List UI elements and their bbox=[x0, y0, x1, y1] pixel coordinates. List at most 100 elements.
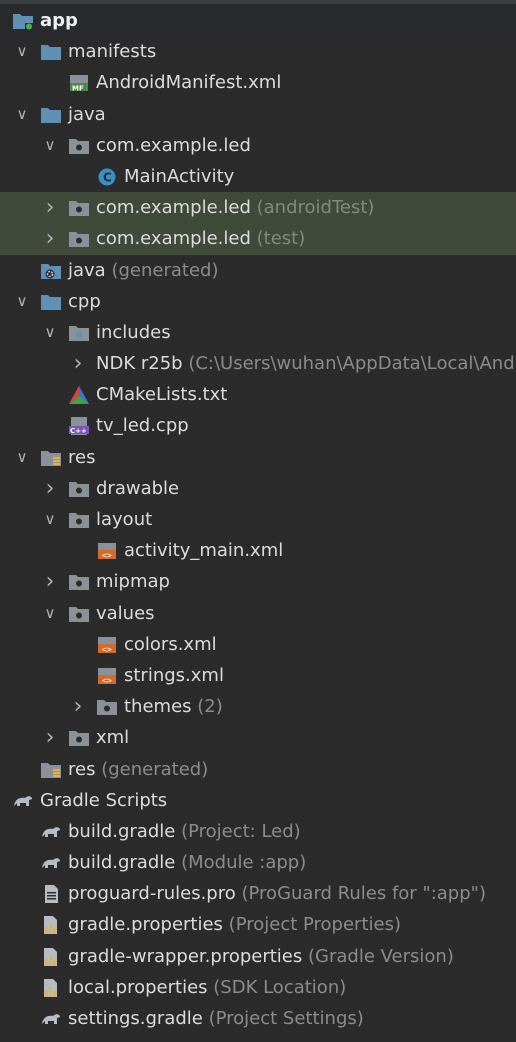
tree-row[interactable]: res (generated) bbox=[0, 754, 516, 785]
module-folder-icon bbox=[12, 11, 34, 31]
tree-row-label: xml bbox=[96, 722, 129, 753]
svg-text:<>: <> bbox=[102, 551, 112, 560]
item-name: build.gradle bbox=[68, 820, 176, 842]
chevron-down-icon[interactable]: ∨ bbox=[12, 36, 32, 67]
tree-row[interactable]: › NDK r25b (C:\Users\wuhan\AppData\Local\… bbox=[0, 348, 516, 379]
tree-row-label: java bbox=[68, 99, 106, 130]
package-icon bbox=[68, 604, 90, 624]
tree-row[interactable]: proguard-rules.pro (ProGuard Rules for "… bbox=[0, 878, 516, 909]
tree-row[interactable]: Gradle Scripts bbox=[0, 785, 516, 816]
tree-row[interactable]: <> colors.xml bbox=[0, 629, 516, 660]
chevron-right-icon[interactable]: › bbox=[68, 691, 88, 722]
tree-row[interactable]: ∨ manifests bbox=[0, 36, 516, 67]
tree-row[interactable]: › drawable bbox=[0, 473, 516, 504]
project-tree[interactable]: app ∨ manifests MF AndroidManifest.xml ∨ java ∨… bbox=[0, 5, 516, 1034]
svg-text:C: C bbox=[103, 170, 112, 184]
package-icon bbox=[68, 510, 90, 530]
tree-row[interactable]: ∨ res bbox=[0, 442, 516, 473]
tree-row[interactable]: C MainActivity bbox=[0, 161, 516, 192]
item-name: res bbox=[68, 446, 96, 468]
tree-row[interactable]: app bbox=[0, 5, 516, 37]
tree-row-label: com.example.led (test) bbox=[96, 223, 305, 254]
chevron-down-icon[interactable]: ∨ bbox=[40, 598, 60, 629]
tree-row[interactable]: java (generated) bbox=[0, 255, 516, 286]
chevron-down-icon[interactable]: ∨ bbox=[40, 317, 60, 348]
tree-row[interactable]: build.gradle (Project: Led) bbox=[0, 816, 516, 847]
tree-row[interactable]: › com.example.led (androidTest) bbox=[0, 192, 516, 224]
chevron-down-icon[interactable]: ∨ bbox=[12, 286, 32, 317]
item-hint: (C:\Users\wuhan\AppData\Local\Android bbox=[188, 353, 516, 375]
item-name: app bbox=[40, 10, 78, 31]
item-name: settings.gradle bbox=[68, 1008, 203, 1029]
tree-row[interactable]: gradle-wrapper.properties (Gradle Versio… bbox=[0, 941, 516, 972]
tree-row[interactable]: ∨ values bbox=[0, 598, 516, 629]
tree-row[interactable]: CMakeLists.txt bbox=[0, 379, 516, 410]
item-name: includes bbox=[96, 321, 171, 343]
tree-row-label: res (generated) bbox=[68, 754, 208, 785]
tree-row[interactable]: › themes (2) bbox=[0, 691, 516, 722]
tree-row-label: themes (2) bbox=[124, 691, 223, 722]
item-hint: (Gradle Version) bbox=[308, 945, 454, 967]
tree-row[interactable]: gradle.properties (Project Properties) bbox=[0, 909, 516, 940]
tree-row[interactable]: local.properties (SDK Location) bbox=[0, 972, 516, 1003]
generated-folder-icon bbox=[40, 261, 62, 281]
folder-icon bbox=[40, 292, 62, 312]
package-icon bbox=[68, 572, 90, 592]
tree-row-label: includes bbox=[96, 317, 171, 348]
chevron-right-icon[interactable]: › bbox=[40, 566, 60, 597]
svg-text:MF: MF bbox=[72, 85, 84, 93]
item-name: cpp bbox=[68, 290, 101, 312]
tree-row[interactable]: ∨ com.example.led bbox=[0, 130, 516, 161]
svg-text:C++: C++ bbox=[70, 427, 87, 435]
tree-row-label: local.properties (SDK Location) bbox=[68, 972, 346, 1003]
values-xml-icon: <> bbox=[96, 666, 118, 686]
chevron-down-icon[interactable]: ∨ bbox=[40, 504, 60, 535]
tree-row[interactable]: <> activity_main.xml bbox=[0, 535, 516, 566]
item-hint: (androidTest) bbox=[256, 197, 375, 219]
tree-row-label: build.gradle (Project: Led) bbox=[68, 816, 301, 847]
tree-row[interactable]: ∨ java bbox=[0, 99, 516, 130]
chevron-right-icon[interactable]: › bbox=[40, 473, 60, 504]
tree-row[interactable]: ∨ layout bbox=[0, 504, 516, 535]
tree-row[interactable]: settings.gradle (Project Settings) bbox=[0, 1003, 516, 1034]
tree-row-label: com.example.led bbox=[96, 130, 251, 161]
res-folder-icon bbox=[40, 760, 62, 780]
item-name: com.example.led bbox=[96, 228, 251, 250]
item-hint: (2) bbox=[197, 696, 223, 718]
tree-row[interactable]: › xml bbox=[0, 722, 516, 753]
tree-row[interactable]: ∨ includes bbox=[0, 317, 516, 348]
chevron-down-icon[interactable]: ∨ bbox=[40, 130, 60, 161]
tree-row-label: activity_main.xml bbox=[124, 535, 283, 566]
tree-row-label: gradle.properties (Project Properties) bbox=[68, 909, 401, 940]
item-hint: (SDK Location) bbox=[213, 976, 347, 998]
chevron-down-icon[interactable]: ∨ bbox=[12, 442, 32, 473]
chevron-right-icon[interactable]: › bbox=[40, 192, 60, 223]
item-name: activity_main.xml bbox=[124, 540, 284, 562]
chevron-down-icon[interactable]: ∨ bbox=[12, 99, 32, 130]
chevron-right-icon[interactable]: › bbox=[68, 348, 88, 379]
item-hint: (Project Settings) bbox=[208, 1008, 364, 1029]
tree-row[interactable]: C++ tv_led.cpp bbox=[0, 410, 516, 441]
chevron-right-icon[interactable]: › bbox=[40, 223, 60, 254]
manifest-file-icon: MF bbox=[68, 73, 90, 93]
item-name: tv_led.cpp bbox=[96, 415, 189, 437]
item-name: com.example.led bbox=[96, 197, 251, 219]
package-icon bbox=[68, 229, 90, 249]
tree-row[interactable]: › mipmap bbox=[0, 566, 516, 597]
item-name: CMakeLists.txt bbox=[96, 384, 228, 406]
tree-row-label: MainActivity bbox=[124, 161, 234, 192]
tree-row-label: NDK r25b (C:\Users\wuhan\AppData\Local\A… bbox=[96, 348, 516, 379]
item-name: res bbox=[68, 758, 96, 780]
properties-icon bbox=[40, 978, 62, 998]
tree-row[interactable]: MF AndroidManifest.xml bbox=[0, 67, 516, 98]
item-hint: (Project Properties) bbox=[228, 914, 401, 936]
chevron-right-icon[interactable]: › bbox=[40, 722, 60, 753]
tree-row-label: Gradle Scripts bbox=[40, 785, 167, 816]
tree-row[interactable]: › com.example.led (test) bbox=[0, 223, 516, 255]
class-icon: C bbox=[96, 167, 118, 187]
tree-row[interactable]: build.gradle (Module :app) bbox=[0, 847, 516, 878]
package-icon bbox=[68, 479, 90, 499]
tree-row[interactable]: <> strings.xml bbox=[0, 660, 516, 691]
item-name: java bbox=[68, 103, 106, 125]
tree-row[interactable]: ∨ cpp bbox=[0, 286, 516, 317]
